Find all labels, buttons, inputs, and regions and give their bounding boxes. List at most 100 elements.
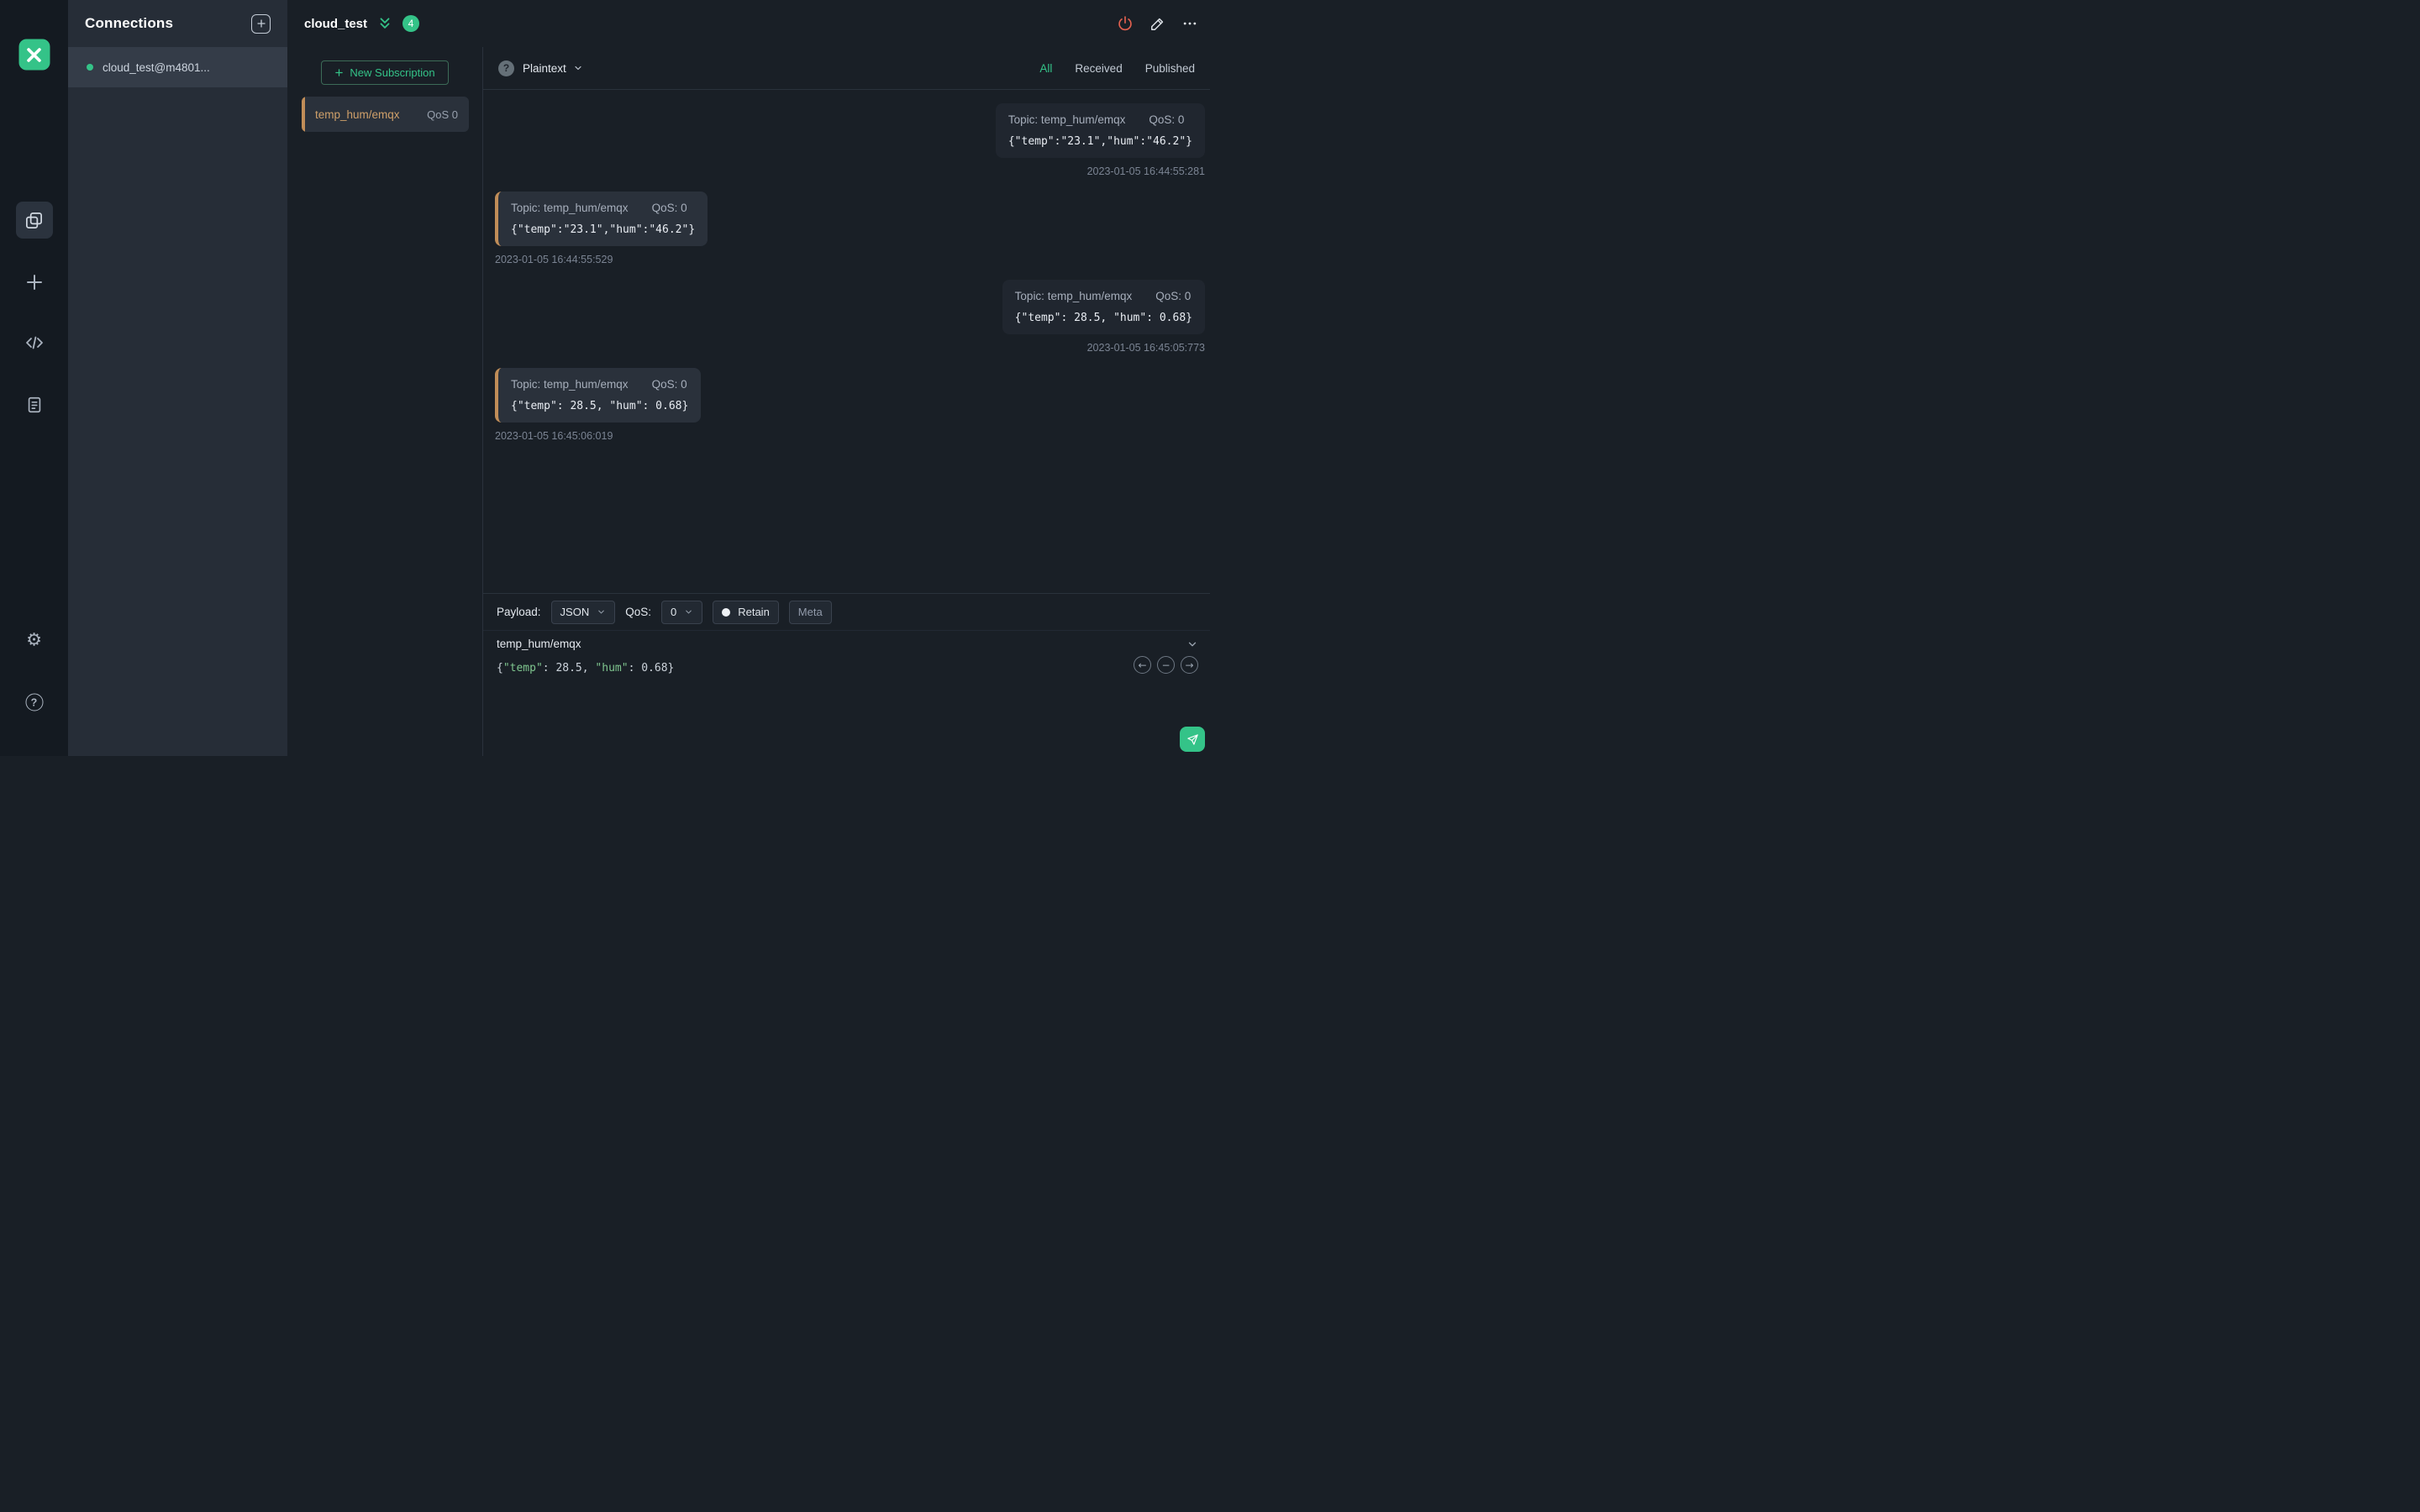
- message-qos: QoS: 0: [1155, 290, 1192, 302]
- message-card: Topic: temp_hum/emqx QoS: 0 {"temp":"23.…: [495, 192, 708, 246]
- payload-format-select[interactable]: Plaintext: [523, 62, 583, 75]
- subscription-color-bar: [302, 97, 305, 132]
- filter-received[interactable]: Received: [1075, 62, 1122, 75]
- subscription-topic: temp_hum/emqx: [315, 108, 400, 121]
- message-qos: QoS: 0: [651, 378, 687, 391]
- message: Topic: temp_hum/emqx QoS: 0 {"temp":"23.…: [995, 103, 1205, 177]
- message-header: Topic: temp_hum/emqx QoS: 0: [511, 378, 688, 391]
- message: Topic: temp_hum/emqx QoS: 0 {"temp": 28.…: [1002, 280, 1205, 354]
- messages-panel: ? Plaintext All Received Published Topic…: [483, 47, 1210, 756]
- filter-published[interactable]: Published: [1145, 62, 1195, 75]
- code-icon: [24, 333, 45, 353]
- connection-header: cloud_test 4: [287, 0, 1210, 47]
- subscriptions-panel: New Subscription temp_hum/emqx QoS 0: [287, 47, 483, 756]
- message-payload: {"temp":"23.1","hum":"46.2"}: [511, 223, 696, 236]
- sidebar-item-settings[interactable]: ⚙: [26, 632, 42, 649]
- message-topic: Topic: temp_hum/emqx: [1014, 290, 1133, 302]
- plus-icon: [256, 19, 266, 28]
- connection-title: cloud_test: [304, 16, 368, 31]
- payload-type-select[interactable]: JSON: [550, 600, 616, 624]
- connection-body: New Subscription temp_hum/emqx QoS 0 ? P…: [287, 47, 1210, 756]
- connections-header: Connections: [68, 0, 287, 47]
- sidebar-item-script[interactable]: [24, 333, 45, 353]
- payload-type-value: JSON: [560, 606, 590, 618]
- payload-format-value: Plaintext: [523, 61, 566, 75]
- message-payload: {"temp": 28.5, "hum": 0.68}: [1014, 312, 1192, 324]
- messages-toolbar: ? Plaintext All Received Published: [483, 47, 1210, 90]
- filter-all[interactable]: All: [1039, 62, 1052, 75]
- message-card: Topic: temp_hum/emqx QoS: 0 {"temp": 28.…: [1002, 280, 1205, 334]
- disconnect-power-button[interactable]: [1117, 15, 1134, 32]
- message-timestamp: 2023-01-05 16:45:05:773: [1086, 342, 1205, 354]
- plus-icon: [24, 272, 45, 292]
- mqttx-logo-icon: [18, 39, 50, 71]
- connections-panel: Connections cloud_test@m4801...: [68, 0, 287, 756]
- mqttx-logo: [18, 39, 50, 71]
- connection-list-item[interactable]: cloud_test@m4801...: [68, 47, 287, 87]
- payload-label: Payload:: [497, 606, 541, 618]
- message-list: Topic: temp_hum/emqx QoS: 0 {"temp":"23.…: [483, 90, 1210, 593]
- new-subscription-button[interactable]: New Subscription: [321, 60, 449, 85]
- payload-editor-line[interactable]: {"temp": 28.5, "hum": 0.68}: [483, 657, 1210, 680]
- plus-icon: [335, 69, 344, 76]
- message: Topic: temp_hum/emqx QoS: 0 {"temp":"23.…: [495, 192, 708, 265]
- connections-title: Connections: [85, 15, 174, 31]
- sidebar-item-new-connection[interactable]: [24, 272, 45, 292]
- retain-label: Retain: [738, 606, 770, 618]
- collapse-chevrons-icon[interactable]: [377, 16, 392, 31]
- connections-icon: [24, 211, 44, 230]
- payload-format-help-icon[interactable]: ?: [498, 60, 514, 76]
- chevron-down-icon: [1188, 642, 1197, 646]
- chevron-down-icon: [575, 66, 581, 71]
- log-file-icon: [25, 396, 44, 414]
- chevron-down-icon: [686, 610, 692, 614]
- help-icon: ?: [25, 693, 43, 711]
- send-button[interactable]: [1180, 727, 1205, 752]
- message-qos: QoS: 0: [1149, 113, 1185, 126]
- subscription-qos: QoS 0: [427, 108, 458, 121]
- message-timestamp: 2023-01-05 16:44:55:281: [1086, 165, 1205, 177]
- sidebar-item-log[interactable]: [25, 396, 44, 414]
- sidebar-item-connections[interactable]: [15, 202, 53, 239]
- topic-input[interactable]: temp_hum/emqx: [483, 631, 1210, 657]
- new-subscription-label: New Subscription: [350, 66, 435, 79]
- send-plane-icon: [1186, 733, 1198, 745]
- message-card: Topic: temp_hum/emqx QoS: 0 {"temp": 28.…: [495, 368, 702, 423]
- qos-select[interactable]: 0: [660, 600, 703, 624]
- sidebar-item-help[interactable]: ?: [25, 693, 43, 711]
- header-actions: [1117, 15, 1198, 32]
- topic-input-value: temp_hum/emqx: [497, 638, 581, 650]
- message-header: Topic: temp_hum/emqx QoS: 0: [1015, 290, 1192, 302]
- payload-history-pager: ← − →: [1134, 656, 1198, 674]
- history-next-button[interactable]: →: [1181, 656, 1198, 674]
- retain-toggle[interactable]: Retain: [713, 600, 779, 624]
- gear-icon: ⚙: [26, 630, 42, 650]
- left-rail: ⚙ ?: [0, 0, 68, 756]
- message-card: Topic: temp_hum/emqx QoS: 0 {"temp":"23.…: [995, 103, 1205, 158]
- message-count-badge: 4: [402, 15, 420, 32]
- message-payload: {"temp": 28.5, "hum": 0.68}: [511, 400, 689, 412]
- subscription-item[interactable]: temp_hum/emqx QoS 0: [302, 97, 469, 132]
- message-topic: Topic: temp_hum/emqx: [511, 202, 629, 214]
- connection-name: cloud_test@m4801...: [103, 60, 210, 74]
- qos-label: QoS:: [625, 606, 651, 618]
- meta-button[interactable]: Meta: [788, 600, 832, 624]
- message-timestamp: 2023-01-05 16:44:55:529: [495, 254, 613, 265]
- chevron-down-icon: [598, 610, 605, 614]
- connected-status-dot: [87, 64, 93, 71]
- history-prev-button[interactable]: ←: [1134, 656, 1151, 674]
- more-options-button[interactable]: [1181, 15, 1198, 32]
- add-connection-button[interactable]: [251, 13, 271, 34]
- message-header: Topic: temp_hum/emqx QoS: 0: [1008, 113, 1192, 126]
- history-clear-button[interactable]: −: [1157, 656, 1175, 674]
- message-header: Topic: temp_hum/emqx QoS: 0: [511, 202, 695, 214]
- message-topic: Topic: temp_hum/emqx: [511, 378, 629, 391]
- message: Topic: temp_hum/emqx QoS: 0 {"temp": 28.…: [495, 368, 702, 442]
- publish-toolbar: Payload: JSON QoS: 0 Retain Meta: [483, 594, 1210, 631]
- edit-connection-button[interactable]: [1150, 16, 1165, 32]
- meta-label: Meta: [797, 606, 823, 618]
- topic-history-chevron[interactable]: [1186, 638, 1198, 650]
- qos-value: 0: [670, 606, 677, 618]
- publish-panel: Payload: JSON QoS: 0 Retain Meta temp_hu…: [483, 593, 1210, 756]
- retain-dot-icon: [722, 607, 731, 617]
